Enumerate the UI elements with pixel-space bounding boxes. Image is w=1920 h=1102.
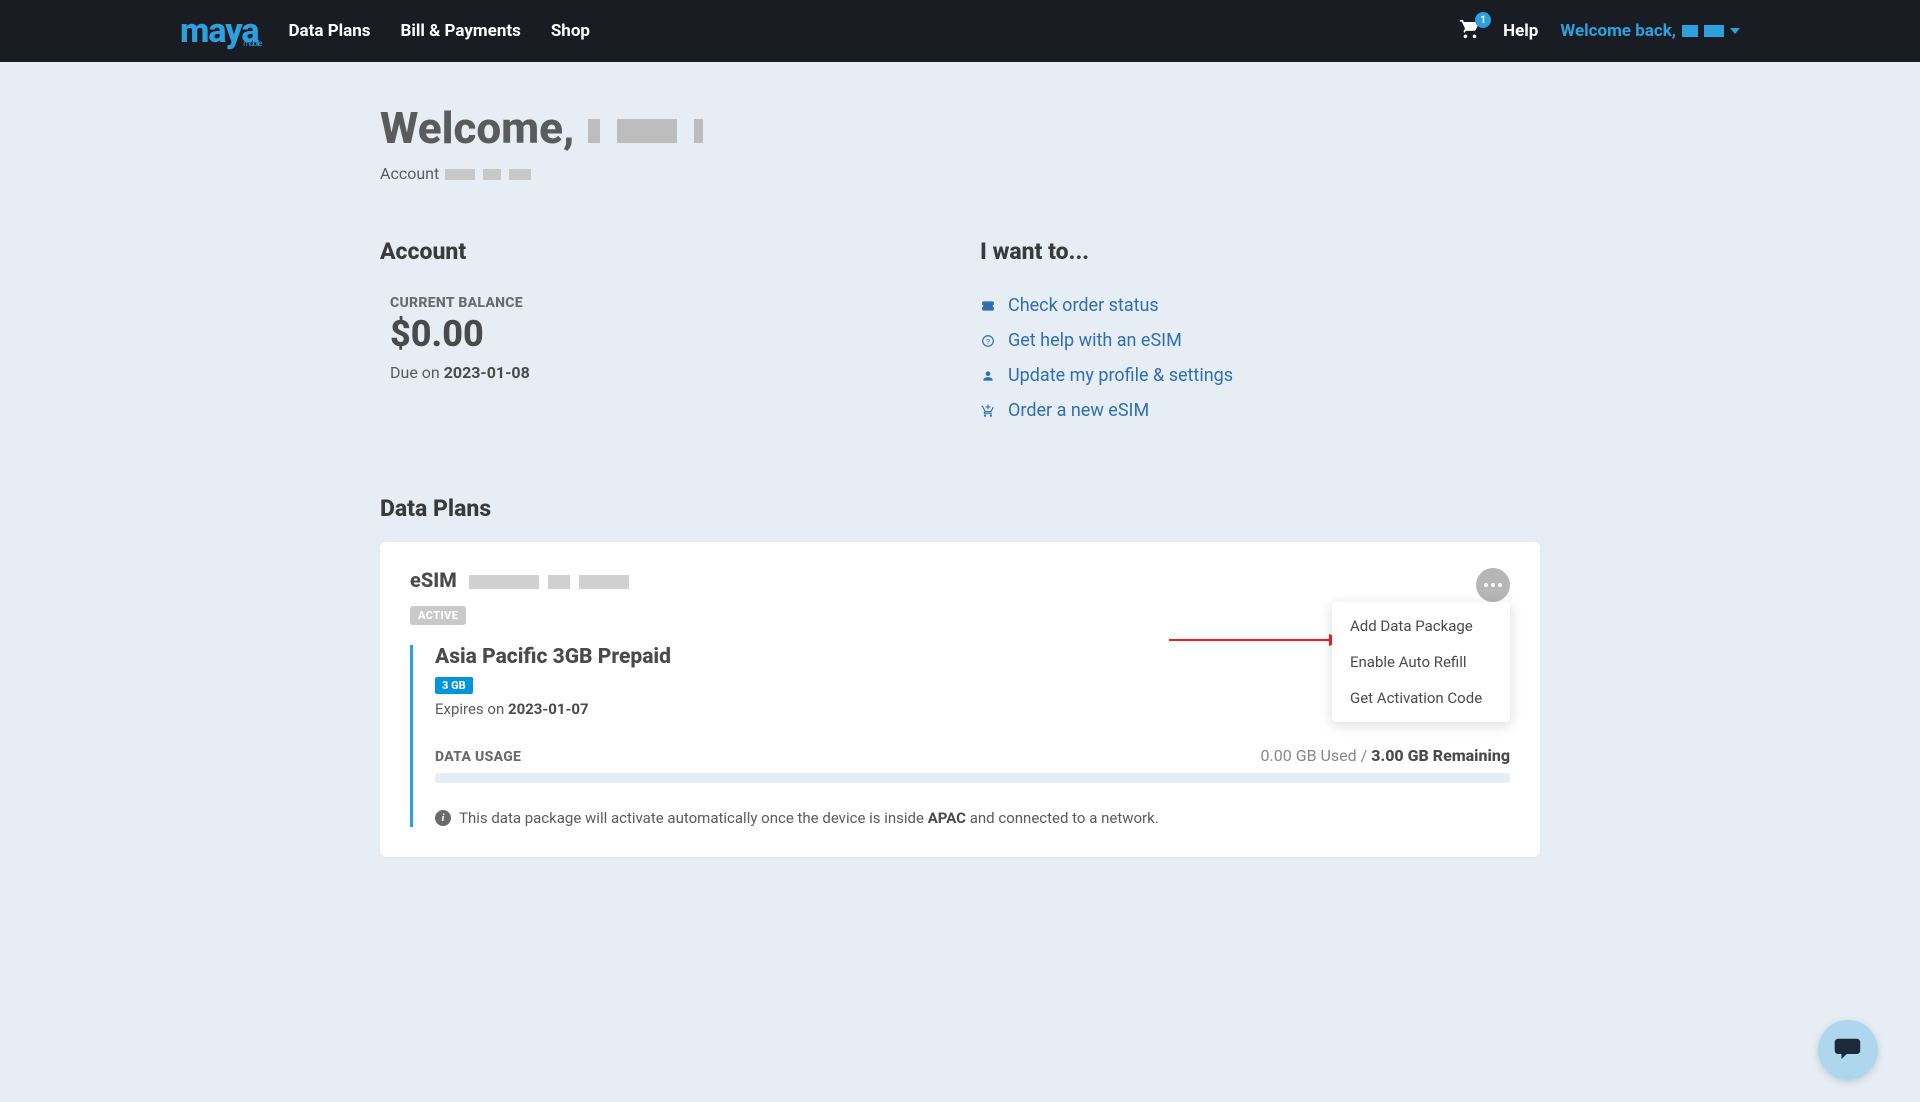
svg-text:?: ? xyxy=(986,336,990,345)
info-prefix: This data package will activate automati… xyxy=(459,809,928,827)
redacted-account-3 xyxy=(509,169,531,180)
quick-links-list: Check order status ? Get help with an eS… xyxy=(980,295,1540,421)
person-icon xyxy=(980,369,996,383)
usage-sep: / xyxy=(1357,746,1372,765)
link-get-help-esim[interactable]: ? Get help with an eSIM xyxy=(980,330,1540,351)
due-date: 2023-01-08 xyxy=(444,363,530,382)
nav-data-plans[interactable]: Data Plans xyxy=(289,21,371,41)
page-title: Welcome, xyxy=(380,102,1540,154)
ellipsis-icon xyxy=(1484,583,1502,587)
redacted-name-2 xyxy=(1704,25,1724,37)
cart-badge: 1 xyxy=(1475,12,1491,28)
menu-get-activation-code[interactable]: Get Activation Code xyxy=(1332,680,1510,716)
account-dropdown[interactable]: Welcome back, xyxy=(1560,21,1740,41)
iwant-section: I want to... Check order status ? Get he… xyxy=(980,238,1540,435)
main-container: Welcome, Account Account CURRENT BALANCE… xyxy=(380,62,1540,917)
usage-label: DATA USAGE xyxy=(435,749,521,765)
chevron-down-icon xyxy=(1730,28,1740,34)
info-icon: i xyxy=(435,810,451,826)
dataplans-heading: Data Plans xyxy=(380,495,1540,522)
usage-values: 0.00 GB Used / 3.00 GB Remaining xyxy=(1261,746,1510,765)
info-text: This data package will activate automati… xyxy=(459,809,1159,827)
cart-button[interactable]: 1 xyxy=(1459,18,1481,44)
menu-add-data-package[interactable]: Add Data Package xyxy=(1332,608,1510,644)
info-suffix: and connected to a network. xyxy=(966,809,1159,827)
summary-columns: Account CURRENT BALANCE $0.00 Due on 202… xyxy=(380,238,1540,435)
welcome-back-label: Welcome back, xyxy=(1560,21,1676,41)
menu-enable-auto-refill[interactable]: Enable Auto Refill xyxy=(1332,644,1510,680)
help-circle-icon: ? xyxy=(980,334,996,348)
more-options-menu: Add Data Package Enable Auto Refill Get … xyxy=(1332,602,1510,722)
info-row: i This data package will activate automa… xyxy=(435,809,1510,827)
expires-prefix: Expires on xyxy=(435,700,508,718)
gb-badge: 3 GB xyxy=(435,677,473,694)
redacted-title-1 xyxy=(588,119,600,143)
status-badge: ACTIVE xyxy=(410,606,466,625)
esim-card: eSIM ACTIVE Add Data Package Enable Auto… xyxy=(380,542,1540,857)
logo-subtext: mobile xyxy=(243,39,261,48)
account-label: Account xyxy=(380,164,439,183)
chat-fab[interactable] xyxy=(1818,1020,1878,1080)
account-heading: Account xyxy=(380,238,940,265)
link-check-order-status[interactable]: Check order status xyxy=(980,295,1540,316)
esim-label: eSIM xyxy=(410,568,457,592)
chat-icon xyxy=(1833,1037,1863,1063)
link-label: Get help with an eSIM xyxy=(1008,330,1182,351)
info-region: APAC xyxy=(928,809,966,827)
nav-right: 1 Help Welcome back, xyxy=(1459,18,1740,44)
due-prefix: Due on xyxy=(390,363,444,382)
nav-bill-payments[interactable]: Bill & Payments xyxy=(401,21,521,41)
balance-value: $0.00 xyxy=(390,313,940,355)
redacted-title-2 xyxy=(617,119,677,143)
expires-date: 2023-01-07 xyxy=(508,700,589,718)
balance-label: CURRENT BALANCE xyxy=(390,295,940,311)
esim-title-group: eSIM ACTIVE xyxy=(410,568,631,625)
redacted-account-1 xyxy=(445,169,475,180)
account-section: Account CURRENT BALANCE $0.00 Due on 202… xyxy=(380,238,940,435)
esim-title: eSIM xyxy=(410,568,631,592)
redacted-esim-id xyxy=(467,568,631,592)
link-update-profile[interactable]: Update my profile & settings xyxy=(980,365,1540,386)
link-label: Check order status xyxy=(1008,295,1159,316)
usage-progress-bar xyxy=(435,773,1510,783)
link-label: Update my profile & settings xyxy=(1008,365,1233,386)
cart-add-icon xyxy=(980,404,996,418)
usage-remaining: 3.00 GB Remaining xyxy=(1371,746,1510,765)
link-label: Order a new eSIM xyxy=(1008,400,1149,421)
usage-used: 0.00 GB Used xyxy=(1261,746,1357,765)
more-options-button[interactable] xyxy=(1476,568,1510,602)
iwant-heading: I want to... xyxy=(980,238,1540,265)
top-navbar: maya mobile Data Plans Bill & Payments S… xyxy=(0,0,1920,62)
redacted-account-2 xyxy=(483,169,501,180)
nav-shop[interactable]: Shop xyxy=(551,21,590,41)
help-link[interactable]: Help xyxy=(1503,21,1538,41)
redacted-name-1 xyxy=(1682,25,1698,37)
logo[interactable]: maya mobile xyxy=(180,11,259,51)
welcome-prefix: Welcome, xyxy=(380,102,574,154)
ticket-icon xyxy=(980,299,996,313)
nav-left: maya mobile Data Plans Bill & Payments S… xyxy=(180,11,590,51)
due-line: Due on 2023-01-08 xyxy=(390,363,940,382)
link-order-new-esim[interactable]: Order a new eSIM xyxy=(980,400,1540,421)
account-number-line: Account xyxy=(380,164,1540,183)
redacted-title-3 xyxy=(694,119,703,143)
usage-row: DATA USAGE 0.00 GB Used / 3.00 GB Remain… xyxy=(435,746,1510,765)
